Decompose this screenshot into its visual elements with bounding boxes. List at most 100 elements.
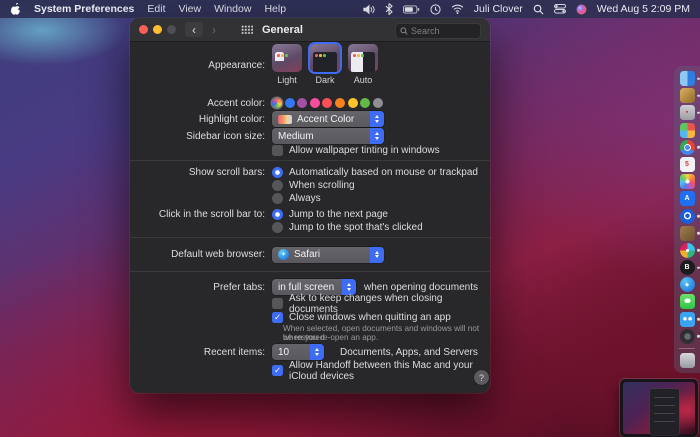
dock-icon-chrome[interactable] [679, 139, 700, 155]
dock-icon-clipboard-app[interactable]: ▪ [679, 105, 700, 121]
dock-icon-launchpad[interactable] [679, 122, 695, 138]
scrollbars-row-2: When scrolling [130, 179, 490, 191]
recent-items-suffix: Documents, Apps, and Servers [340, 346, 478, 358]
wifi-icon[interactable] [451, 4, 464, 14]
appearance-option-auto[interactable]: Auto [348, 44, 378, 85]
search-field[interactable] [395, 22, 481, 39]
section-divider [130, 237, 490, 238]
accent-color-label: Accent color: [207, 97, 265, 109]
dock-icon-photos[interactable] [679, 174, 695, 190]
appearance-option-dark[interactable]: Dark [310, 44, 340, 85]
control-center-icon[interactable] [553, 4, 566, 14]
back-button[interactable]: ‹ [185, 22, 203, 37]
browser-select[interactable]: ✦ Safari [272, 246, 384, 263]
dock-icon-onepassword[interactable] [679, 208, 700, 224]
menu-app-name[interactable]: System Preferences [34, 3, 134, 15]
menu-help[interactable]: Help [264, 3, 286, 15]
scroll-click-row-2: Jump to the spot that's clicked [130, 221, 490, 233]
menu-edit[interactable]: Edit [147, 3, 165, 15]
scroll-click-radio-spot[interactable] [272, 221, 283, 233]
highlight-swatch [278, 114, 292, 124]
dock-divider [679, 348, 695, 349]
close-windows-label: Close windows when quitting an app [289, 312, 451, 323]
sidebar-size-select[interactable]: Medium [272, 128, 384, 144]
dock-icon-tweetbot[interactable] [679, 311, 700, 327]
handoff-checkbox[interactable]: ✓ [272, 365, 283, 376]
battery-icon[interactable] [402, 4, 420, 14]
volume-icon[interactable] [363, 4, 375, 15]
appearance-option-light[interactable]: Light [272, 44, 302, 85]
minimized-window-thumbnail[interactable] [620, 379, 698, 437]
menu-window[interactable]: Window [214, 3, 251, 15]
dock-icon-messages[interactable] [679, 294, 695, 310]
running-indicator [696, 111, 700, 115]
dock-icon-calendar[interactable]: 5 [679, 156, 695, 172]
scrollbars-row-1: Show scroll bars: Automatically based on… [130, 166, 490, 178]
accent-pink[interactable] [309, 98, 320, 108]
dock-icon-box-app[interactable] [679, 225, 700, 241]
dock-icon-bear-app[interactable]: B [679, 260, 700, 276]
menu-bar-clock[interactable]: Wed Aug 5 2:09 PM [597, 3, 690, 15]
prefer-tabs-label: Prefer tabs: [213, 281, 265, 293]
window-titlebar[interactable]: ‹ › General [130, 18, 490, 42]
appearance-thumb-auto[interactable] [348, 44, 378, 72]
appearance-thumb-dark[interactable] [310, 44, 340, 72]
bluetooth-icon[interactable] [385, 3, 393, 15]
sidebar-size-label: Sidebar icon size: [186, 130, 265, 142]
dock-icon-app-store[interactable]: A [679, 191, 695, 207]
minimize-button[interactable] [153, 25, 162, 34]
running-indicator [696, 266, 700, 269]
dock: ▪ 5 A B ◆ [674, 66, 700, 374]
search-input[interactable] [411, 25, 471, 36]
time-machine-icon[interactable] [430, 3, 441, 15]
highlight-color-label: Highlight color: [198, 113, 265, 125]
prefer-tabs-suffix: when opening documents [364, 281, 478, 293]
appearance-row: Appearance: Light Dark Auto [130, 43, 490, 85]
stepper-icon [370, 246, 384, 263]
close-windows-checkbox[interactable]: ✓ [272, 312, 283, 323]
accent-green[interactable] [360, 98, 371, 108]
fast-user-switch[interactable]: Juli Clover [474, 3, 523, 15]
scrollbars-radio-auto[interactable] [272, 166, 283, 178]
dock-icon-camera-app[interactable] [679, 328, 700, 344]
dock-icon-gold-app[interactable] [679, 88, 700, 104]
accent-orange[interactable] [334, 98, 345, 108]
dock-icon-trash[interactable] [679, 353, 695, 369]
scrollbars-radio-when-scrolling[interactable] [272, 179, 283, 191]
recent-items-select[interactable]: 10 [272, 344, 324, 360]
dock-icon-finder[interactable] [679, 71, 700, 86]
scrollbars-label: Show scroll bars: [188, 166, 265, 178]
accent-yellow[interactable] [347, 98, 358, 108]
wallpaper-tint-checkbox[interactable] [272, 145, 283, 156]
forward-button[interactable]: › [205, 22, 223, 37]
ask-keep-checkbox[interactable] [272, 298, 283, 309]
accent-red[interactable] [322, 98, 333, 108]
show-all-grid-icon[interactable] [241, 25, 253, 34]
section-divider [130, 160, 490, 161]
scrollbars-radio-always[interactable] [272, 192, 283, 204]
menu-view[interactable]: View [179, 3, 202, 15]
running-indicator [696, 317, 700, 321]
apple-menu-icon[interactable] [10, 2, 21, 16]
dock-icon-slack[interactable] [679, 242, 700, 258]
siri-icon[interactable] [576, 4, 587, 15]
help-button[interactable]: ? [474, 370, 489, 385]
accent-multicolor[interactable] [272, 98, 282, 108]
thumbnail-window [650, 389, 679, 435]
ask-keep-row: Ask to keep changes when closing documen… [130, 293, 490, 315]
handoff-label: Allow Handoff between this Mac and your … [289, 359, 473, 382]
close-button[interactable] [139, 25, 148, 34]
appearance-thumb-light[interactable] [272, 44, 302, 72]
accent-blue[interactable] [284, 98, 295, 108]
highlight-color-select[interactable]: Accent Color [272, 111, 384, 127]
spotlight-icon[interactable] [533, 4, 544, 15]
scroll-click-radio-next-page[interactable] [272, 208, 283, 220]
dock-icon-safari[interactable]: ◆ [679, 277, 695, 293]
section-divider [130, 271, 490, 272]
running-indicator [696, 231, 700, 235]
accent-graphite[interactable] [372, 98, 383, 108]
accent-color-row: Accent color: [130, 96, 490, 110]
zoom-button[interactable] [167, 25, 176, 34]
accent-purple[interactable] [297, 98, 308, 108]
close-windows-row: ✓ Close windows when quitting an app [130, 311, 490, 324]
